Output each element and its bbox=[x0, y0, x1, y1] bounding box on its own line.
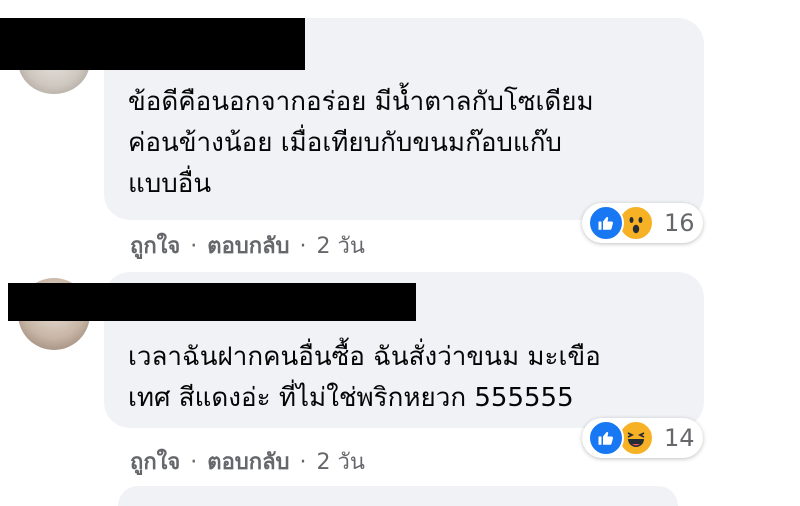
next-comment-bubble bbox=[118, 486, 678, 506]
comment-text-line: เทศ สีแดงอ่ะ ที่ไม่ใช่พริกหยวก 555555 bbox=[128, 383, 574, 413]
reply-link[interactable]: ตอบกลับ bbox=[207, 228, 289, 263]
comment-text-line: เวลาฉันฝากคนอื่นซื้อ ฉันสั่งว่าขนม มะเขื… bbox=[128, 342, 601, 372]
like-icon bbox=[588, 205, 624, 241]
comment-text-line: แบบอื่น bbox=[128, 169, 212, 199]
like-link[interactable]: ถูกใจ bbox=[130, 228, 180, 263]
reaction-summary[interactable]: 16 bbox=[582, 203, 703, 243]
separator: · bbox=[190, 234, 198, 259]
reply-link[interactable]: ตอบกลับ bbox=[207, 444, 289, 479]
redacted-name bbox=[0, 18, 305, 70]
comment-actions: ถูกใจ · ตอบกลับ · 2 วัน bbox=[130, 444, 365, 479]
separator: · bbox=[299, 450, 307, 475]
reaction-count: 16 bbox=[664, 209, 695, 237]
comment-text-line: ค่อนข้างน้อย เมื่อเทียบกับขนมก๊อบแก๊บ bbox=[128, 128, 562, 158]
comment-actions: ถูกใจ · ตอบกลับ · 2 วัน bbox=[130, 228, 365, 263]
reaction-count: 14 bbox=[664, 424, 695, 452]
timestamp[interactable]: 2 วัน bbox=[317, 228, 365, 263]
like-icon bbox=[588, 420, 624, 456]
like-link[interactable]: ถูกใจ bbox=[130, 444, 180, 479]
comment-text-line: ข้อดีคือนอกจากอร่อย มีน้ำตาลกับโซเดียม bbox=[128, 87, 594, 117]
timestamp[interactable]: 2 วัน bbox=[317, 444, 365, 479]
separator: · bbox=[299, 234, 307, 259]
reaction-summary[interactable]: 14 bbox=[582, 418, 703, 458]
redacted-name bbox=[8, 283, 416, 321]
separator: · bbox=[190, 450, 198, 475]
